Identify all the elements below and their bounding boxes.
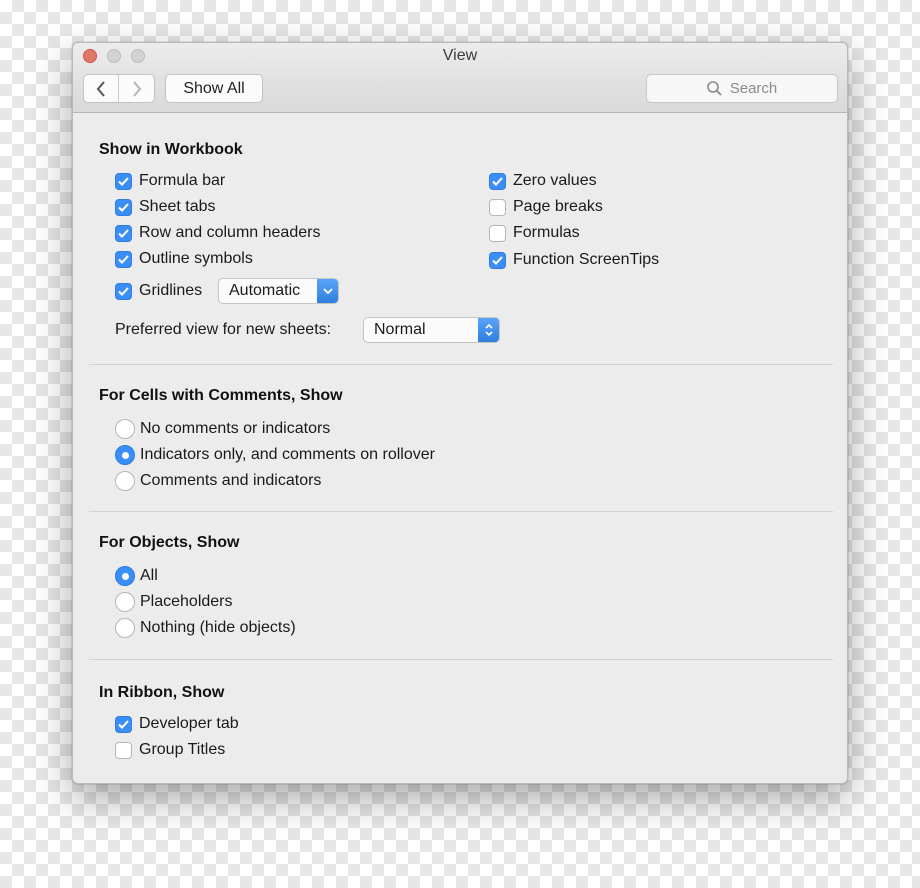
radio-label: Indicators only, and comments on rollove… [140,446,435,463]
preferences-window: View Show All Search Show in Workbook Fo… [72,42,848,784]
checkbox-formula-bar[interactable]: Formula bar [115,170,225,192]
checkbox-label: Sheet tabs [139,198,216,215]
radio-objects-placeholders[interactable]: Placeholders [115,591,233,613]
up-down-arrows-icon [478,318,499,342]
forward-button[interactable] [119,75,154,102]
divider [89,511,833,512]
radio-comments-and-indicators[interactable]: Comments and indicators [115,470,321,492]
checkbox-formulas[interactable]: Formulas [489,222,580,244]
checkbox-label: Group Titles [139,741,226,758]
checkbox-label: Formula bar [139,172,226,189]
checkbox-label: Zero values [513,172,597,189]
checkbox-outline-symbols[interactable]: Outline symbols [115,248,253,270]
checkbox-label: Formulas [513,224,580,241]
checkbox-label: Page breaks [513,198,603,215]
checkbox-checked-icon[interactable] [115,715,132,733]
radio-objects-nothing[interactable]: Nothing (hide objects) [115,617,296,639]
checkbox-unchecked-icon[interactable] [115,741,132,759]
checkbox-developer-tab[interactable]: Developer tab [115,713,239,735]
checkbox-checked-icon[interactable] [115,198,132,216]
section-title-workbook: Show in Workbook [99,141,243,158]
radio-no-comments[interactable]: No comments or indicators [115,418,330,440]
checkbox-function-screentips[interactable]: Function ScreenTips [489,249,659,271]
checkbox-label: Gridlines [139,282,203,299]
preferred-view-label: Preferred view for new sheets: [115,321,332,338]
radio-label: Comments and indicators [140,472,322,489]
checkbox-checked-icon[interactable] [115,282,132,300]
checkbox-checked-icon[interactable] [115,224,132,242]
checkbox-row-column-headers[interactable]: Row and column headers [115,222,320,244]
select-value: Automatic [229,282,301,299]
checkbox-zero-values[interactable]: Zero values [489,170,597,192]
checkbox-group-titles[interactable]: Group Titles [115,739,225,761]
checkbox-label: Row and column headers [139,224,321,241]
radio-selected-icon[interactable] [115,566,135,586]
checkbox-label: Function ScreenTips [513,251,660,268]
back-button[interactable] [84,75,120,102]
radio-unselected-icon[interactable] [115,419,135,439]
title-bar: View Show All Search [73,43,847,113]
chevron-right-icon [132,80,141,97]
radio-indicators-only[interactable]: Indicators only, and comments on rollove… [115,444,435,466]
search-field[interactable]: Search [646,74,838,103]
checkbox-checked-icon[interactable] [115,250,132,268]
checkbox-page-breaks[interactable]: Page breaks [489,196,603,218]
preferred-view-select[interactable]: Normal [363,317,500,343]
checkbox-unchecked-icon[interactable] [489,198,506,216]
checkbox-sheet-tabs[interactable]: Sheet tabs [115,196,216,218]
section-title-ribbon: In Ribbon, Show [99,684,225,701]
divider [89,364,833,365]
search-icon [706,81,722,96]
radio-label: Placeholders [140,593,233,610]
checkbox-checked-icon[interactable] [489,251,506,269]
radio-unselected-icon[interactable] [115,592,135,612]
radio-label: Nothing (hide objects) [140,619,296,636]
chevron-left-icon [96,80,105,97]
select-value: Normal [374,321,426,338]
checkbox-checked-icon[interactable] [115,172,132,190]
search-placeholder: Search [729,80,778,97]
section-title-objects: For Objects, Show [99,534,240,551]
checkbox-label: Developer tab [139,715,239,732]
navigation-buttons [83,74,155,103]
checkbox-unchecked-icon[interactable] [489,224,506,242]
checkbox-label: Outline symbols [139,250,253,267]
radio-label: All [140,567,158,584]
chevron-down-icon [317,279,338,303]
checkbox-checked-icon[interactable] [489,172,506,190]
divider [89,659,833,660]
gridlines-color-select[interactable]: Automatic [218,278,339,304]
section-title-comments: For Cells with Comments, Show [99,387,343,404]
show-all-button[interactable]: Show All [165,74,263,103]
radio-selected-icon[interactable] [115,445,135,465]
checkbox-gridlines[interactable]: Gridlines [115,280,202,302]
radio-label: No comments or indicators [140,420,331,437]
radio-unselected-icon[interactable] [115,471,135,491]
window-title: View [442,47,478,64]
radio-objects-all[interactable]: All [115,565,158,587]
radio-unselected-icon[interactable] [115,618,135,638]
